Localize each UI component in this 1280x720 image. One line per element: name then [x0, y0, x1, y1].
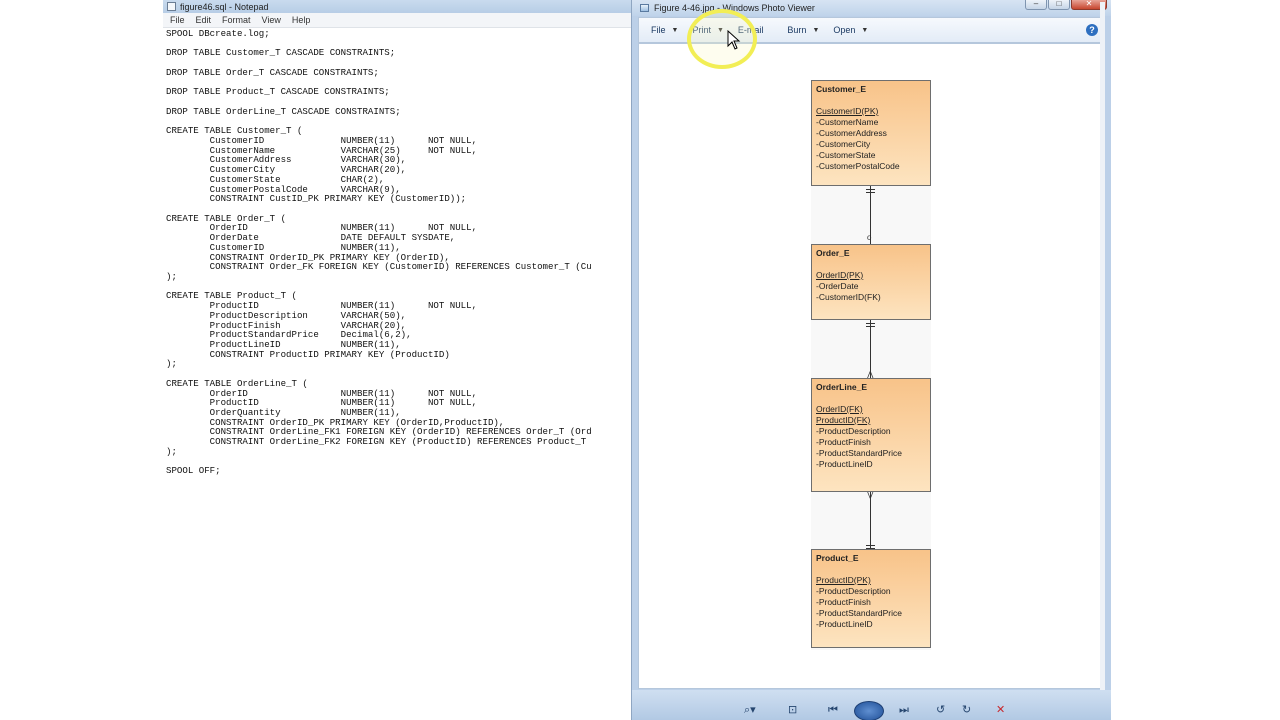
- entity-attr: -ProductFinish: [816, 437, 871, 447]
- scrollbar[interactable]: [1100, 2, 1105, 690]
- code-line: CONSTRAINT Order_FK FOREIGN KEY (Custome…: [166, 261, 592, 273]
- cursor-highlight: [687, 9, 757, 69]
- entity-fk: ProductID(FK): [816, 415, 871, 425]
- code-line: );: [166, 358, 177, 370]
- entity-pk: ProductID(PK): [816, 575, 871, 585]
- toolbar-file-label: File: [651, 25, 666, 35]
- entity-attr: -ProductDescription: [816, 586, 891, 596]
- code-line: CONSTRAINT CustID_PK PRIMARY KEY (Custom…: [166, 193, 467, 205]
- relationship-marker: [866, 192, 875, 193]
- entity-customer: Customer_E CustomerID(PK) -CustomerName …: [811, 80, 931, 186]
- entity-title: Product_E: [816, 553, 859, 563]
- chevron-down-icon: ▼: [861, 26, 869, 34]
- help-icon[interactable]: ?: [1086, 24, 1098, 36]
- slideshow-icon[interactable]: [854, 701, 884, 720]
- chevron-down-icon: ▼: [812, 26, 820, 34]
- photo-viewer-icon: [640, 4, 649, 12]
- photo-viewer-window: Figure 4-46.jpg - Windows Photo Viewer –…: [631, 0, 1111, 720]
- relationship-marker: ⋁: [867, 490, 874, 499]
- menu-edit[interactable]: Edit: [196, 15, 212, 25]
- toolbar-burn[interactable]: Burn ▼: [787, 25, 819, 35]
- relationship-marker: [866, 545, 875, 546]
- entity-attr: -CustomerName: [816, 117, 879, 127]
- next-icon[interactable]: ⏭: [899, 704, 909, 716]
- sql-code: SPOOL DBcreate.log; DROP TABLE Customer_T…: [166, 29, 634, 476]
- code-line: SPOOL OFF;: [166, 465, 221, 477]
- toolbar-burn-label: Burn: [787, 25, 807, 35]
- code-line: );: [166, 270, 177, 282]
- entity-title: Order_E: [816, 248, 850, 258]
- chevron-down-icon: ▼: [671, 26, 679, 34]
- entity-attr: -ProductStandardPrice: [816, 448, 902, 458]
- code-line: SPOOL DBcreate.log;: [166, 28, 270, 39]
- toolbar-file[interactable]: File ▼: [651, 25, 678, 35]
- code-line: );: [166, 445, 177, 457]
- zoom-icon[interactable]: ⌕▾: [744, 704, 756, 716]
- entity-title: Customer_E: [816, 84, 867, 94]
- maximize-button[interactable]: □: [1048, 0, 1070, 10]
- entity-pk: CustomerID(PK): [816, 106, 879, 116]
- entity-pk: OrderID(FK): [816, 404, 863, 414]
- entity-attr: -ProductLineID: [816, 619, 873, 629]
- photo-viewer-navigation-bar: ⌕▾ ⊡ ⏮ ⏭ ↺ ↻ ✕: [632, 690, 1111, 720]
- entity-attr: -ProductStandardPrice: [816, 608, 902, 618]
- entity-attr: -OrderDate: [816, 281, 859, 291]
- entity-orderline: OrderLine_E OrderID(FK) ProductID(FK) -P…: [811, 378, 931, 492]
- entity-attr: -CustomerState: [816, 150, 876, 160]
- relationship-marker: [866, 326, 875, 327]
- desktop: figure46.sql - Notepad File Edit Format …: [0, 0, 1280, 720]
- code-line: CONSTRAINT ProductID PRIMARY KEY (Produc…: [166, 348, 450, 360]
- notepad-icon: [167, 2, 176, 11]
- entity-attr: -CustomerCity: [816, 139, 871, 149]
- notepad-title-bar[interactable]: figure46.sql - Notepad: [163, 0, 637, 13]
- rotate-ccw-icon[interactable]: ↺: [936, 704, 945, 716]
- entity-order: Order_E OrderID(PK) -OrderDate -Customer…: [811, 244, 931, 320]
- menu-view[interactable]: View: [262, 15, 281, 25]
- image-canvas: ο ⋀ ⋁ Customer_E CustomerID(PK) -Custome…: [638, 43, 1105, 689]
- minimize-button[interactable]: –: [1025, 0, 1047, 10]
- toolbar-open-label: Open: [833, 25, 856, 35]
- entity-attr: -CustomerPostalCode: [816, 161, 900, 171]
- code-line: DROP TABLE Customer_T CASCADE CONSTRAINT…: [166, 47, 396, 59]
- toolbar-open[interactable]: Open ▼: [833, 25, 868, 35]
- entity-title: OrderLine_E: [816, 382, 868, 392]
- notepad-title: figure46.sql - Notepad: [180, 1, 269, 12]
- window-controls: – □ ✕: [1025, 0, 1107, 10]
- entity-attr: -CustomerAddress: [816, 128, 887, 138]
- relationship-marker: ο: [867, 233, 872, 242]
- entity-pk: OrderID(PK): [816, 270, 864, 280]
- menu-file[interactable]: File: [170, 15, 185, 25]
- code-line: DROP TABLE OrderLine_T CASCADE CONSTRAIN…: [166, 105, 401, 117]
- fit-icon[interactable]: ⊡: [788, 704, 797, 716]
- entity-attr: -ProductDescription: [816, 426, 891, 436]
- code-line: DROP TABLE Order_T CASCADE CONSTRAINTS;: [166, 66, 379, 78]
- code-line: CONSTRAINT OrderLine_FK2 FOREIGN KEY (Pr…: [166, 436, 587, 448]
- code-line: DROP TABLE Product_T CASCADE CONSTRAINTS…: [166, 86, 390, 98]
- notepad-text-area[interactable]: SPOOL DBcreate.log; DROP TABLE Customer_T…: [163, 28, 637, 720]
- notepad-window: figure46.sql - Notepad File Edit Format …: [163, 0, 637, 720]
- menu-format[interactable]: Format: [222, 15, 251, 25]
- entity-product: Product_E ProductID(PK) -ProductDescript…: [811, 549, 931, 648]
- entity-attr: -CustomerID(FK): [816, 292, 881, 302]
- previous-icon[interactable]: ⏮: [828, 704, 838, 716]
- rotate-cw-icon[interactable]: ↻: [962, 704, 971, 716]
- entity-attr: -ProductLineID: [816, 459, 873, 469]
- delete-icon[interactable]: ✕: [996, 704, 1005, 716]
- menu-help[interactable]: Help: [292, 15, 311, 25]
- relationship-marker: [866, 189, 875, 190]
- entity-attr: -ProductFinish: [816, 597, 871, 607]
- relationship-marker: [866, 323, 875, 324]
- notepad-menu-bar: File Edit Format View Help: [163, 13, 637, 28]
